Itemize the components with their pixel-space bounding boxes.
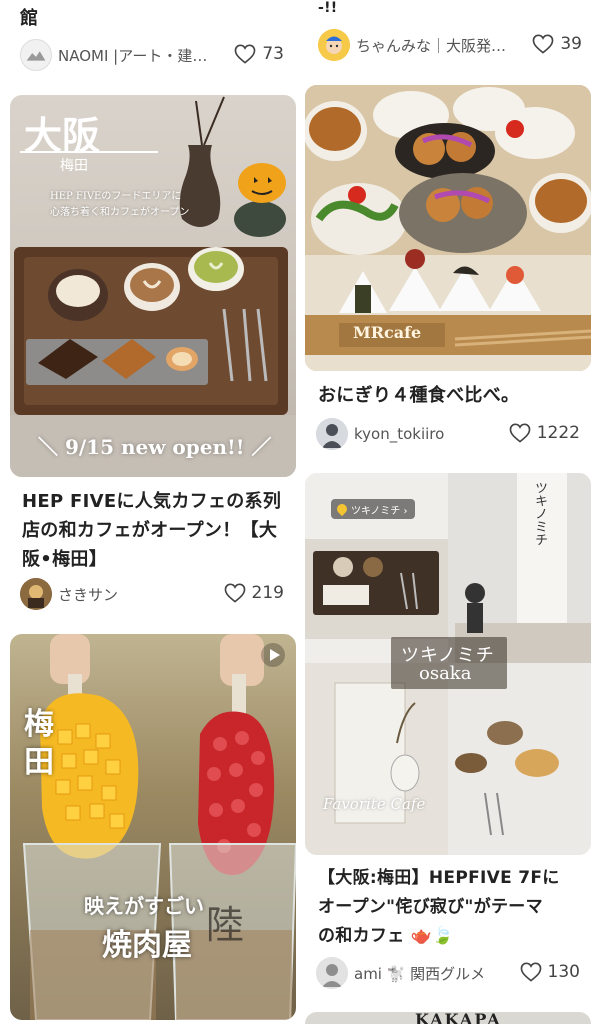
like-button[interactable]: 130 — [520, 962, 580, 982]
location-pin-icon — [334, 501, 350, 517]
overlay-sign: MRcafe — [353, 323, 422, 342]
like-button[interactable]: 39 — [532, 34, 582, 54]
heart-icon — [532, 34, 554, 54]
author-name[interactable]: kyon_tokiiro — [354, 425, 444, 443]
author-name[interactable]: ami 🐩 関西グルメ — [354, 963, 485, 984]
card-title-tail: -!! — [318, 0, 338, 16]
video-play-icon[interactable] — [260, 642, 286, 668]
like-count: 39 — [560, 34, 582, 54]
avatar[interactable] — [20, 39, 52, 71]
overlay-divider — [20, 151, 158, 153]
overlay-desc-line: HEP FIVEのフードエリアに — [50, 191, 182, 202]
heart-icon — [509, 423, 531, 443]
like-count: 73 — [262, 44, 284, 64]
card-image[interactable]: KAKAPA — [305, 1012, 591, 1024]
overlay-right-text: 陸 — [206, 903, 245, 947]
card-title[interactable]: おにぎり４種食べ比べ。 — [318, 381, 588, 410]
overlay-script-text: Favorite Cafe — [323, 795, 426, 813]
onigiri-photo — [305, 85, 591, 371]
overlay-main-box: ツキノミチ osaka — [391, 637, 507, 689]
card-meta: ちゃんみな｜大阪発… 39 — [318, 28, 586, 62]
like-count: 130 — [547, 962, 580, 982]
overlay-text: KAKAPA — [415, 1012, 502, 1024]
overlay-middle-text: 映えがすごい — [84, 894, 204, 918]
like-button[interactable]: 73 — [234, 44, 284, 64]
card-title-line[interactable]: オープン"侘び寂び"がテーマ — [318, 893, 594, 922]
overlay-area: 梅田 — [60, 158, 88, 174]
card-title-tail: 館 — [20, 8, 39, 29]
heart-icon — [520, 962, 541, 982]
card-title-line[interactable]: 【大阪:梅田】HEPFIVE 7Fに — [318, 864, 594, 893]
like-count: 1222 — [536, 423, 580, 443]
avatar[interactable] — [318, 29, 350, 61]
card-meta: kyon_tokiiro 1222 — [316, 417, 584, 451]
card-image[interactable]: ツキノミチ › ツキノミチ osaka ツキノミチ Favorite Cafe — [305, 473, 591, 855]
card-title-line[interactable]: HEP FIVEに人気カフェの系列 — [22, 487, 298, 516]
overlay-middle-text: 焼肉屋 — [102, 928, 192, 963]
card-meta: さきサン 219 — [20, 577, 288, 611]
overlay-main-subtitle: osaka — [419, 663, 472, 684]
card-image[interactable]: 梅田 映えがすごい 焼肉屋 陸 — [10, 634, 296, 1020]
card-image[interactable]: MRcafe — [305, 85, 591, 371]
like-count: 219 — [251, 583, 284, 603]
overlay-left-text: 梅田 — [24, 707, 54, 780]
like-button[interactable]: 219 — [224, 583, 284, 603]
overlay-desc-line: 心落ち着く和カフェがオープン — [50, 207, 190, 218]
avatar[interactable] — [20, 578, 52, 610]
card-image[interactable]: 大阪 梅田 HEP FIVEのフードエリアに 心落ち着く和カフェがオープン ＼ … — [10, 95, 296, 477]
location-tag[interactable]: ツキノミチ › — [331, 499, 416, 519]
card-title-line[interactable]: の和カフェ 🫖🍃 — [318, 922, 594, 951]
avatar[interactable] — [316, 418, 348, 450]
card-title-line[interactable]: 店の和カフェがオープン！【大 — [22, 516, 298, 545]
like-button[interactable]: 1222 — [509, 423, 580, 443]
author-name[interactable]: さきサン — [58, 584, 118, 605]
card-meta: NAOMI |アート・建… 73 — [20, 38, 288, 72]
overlay-banner: ＼ 9/15 new open!! ／ — [38, 435, 272, 459]
overlay-vertical-sign: ツキノミチ — [532, 481, 547, 546]
avatar[interactable] — [316, 957, 348, 989]
author-name[interactable]: ちゃんみな｜大阪発… — [356, 35, 506, 56]
card-title-line[interactable]: 阪•梅田】 — [22, 545, 298, 574]
location-tag-label: ツキノミチ › — [351, 505, 408, 517]
heart-icon — [234, 44, 256, 64]
author-name[interactable]: NAOMI |アート・建… — [58, 45, 207, 66]
heart-icon — [224, 583, 245, 603]
card-meta: ami 🐩 関西グルメ 130 — [316, 956, 584, 990]
